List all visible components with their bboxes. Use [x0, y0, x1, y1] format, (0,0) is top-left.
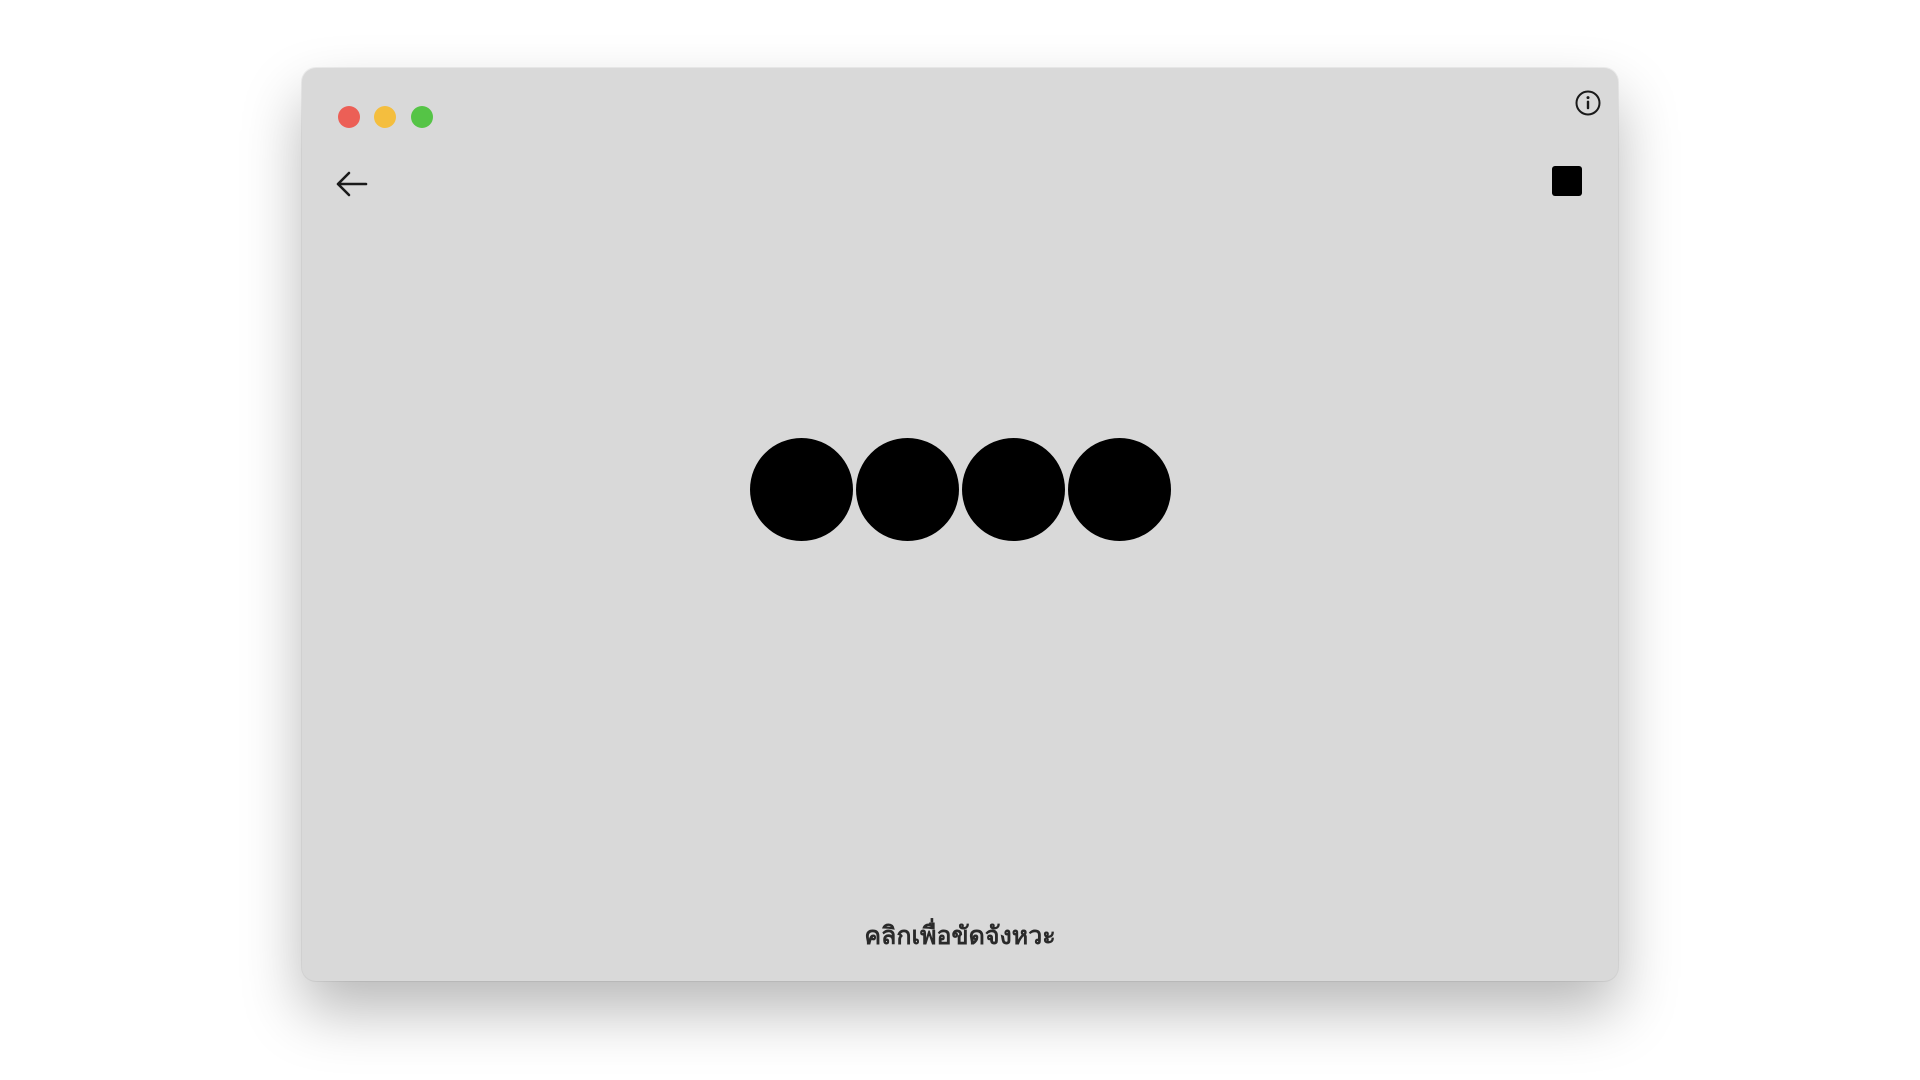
window-close-button[interactable]	[338, 106, 360, 128]
back-button[interactable]	[332, 164, 372, 204]
metronome-beats[interactable]	[302, 438, 1618, 542]
beat-dot	[961, 438, 1065, 541]
window-maximize-button[interactable]	[411, 106, 433, 128]
app-window: คลิกเพื่อขัดจังหวะ	[302, 68, 1618, 981]
beat-dot	[1067, 438, 1171, 541]
info-circle-icon	[1575, 90, 1601, 116]
stop-button[interactable]	[1552, 166, 1582, 196]
tap-tempo-hint: คลิกเพื่อขัดจังหวะ	[864, 921, 1056, 950]
beat-dot	[749, 438, 853, 541]
beat-dot	[855, 438, 959, 541]
info-button[interactable]	[1574, 89, 1602, 117]
arrow-left-icon	[336, 171, 368, 197]
window-minimize-button[interactable]	[374, 106, 396, 128]
